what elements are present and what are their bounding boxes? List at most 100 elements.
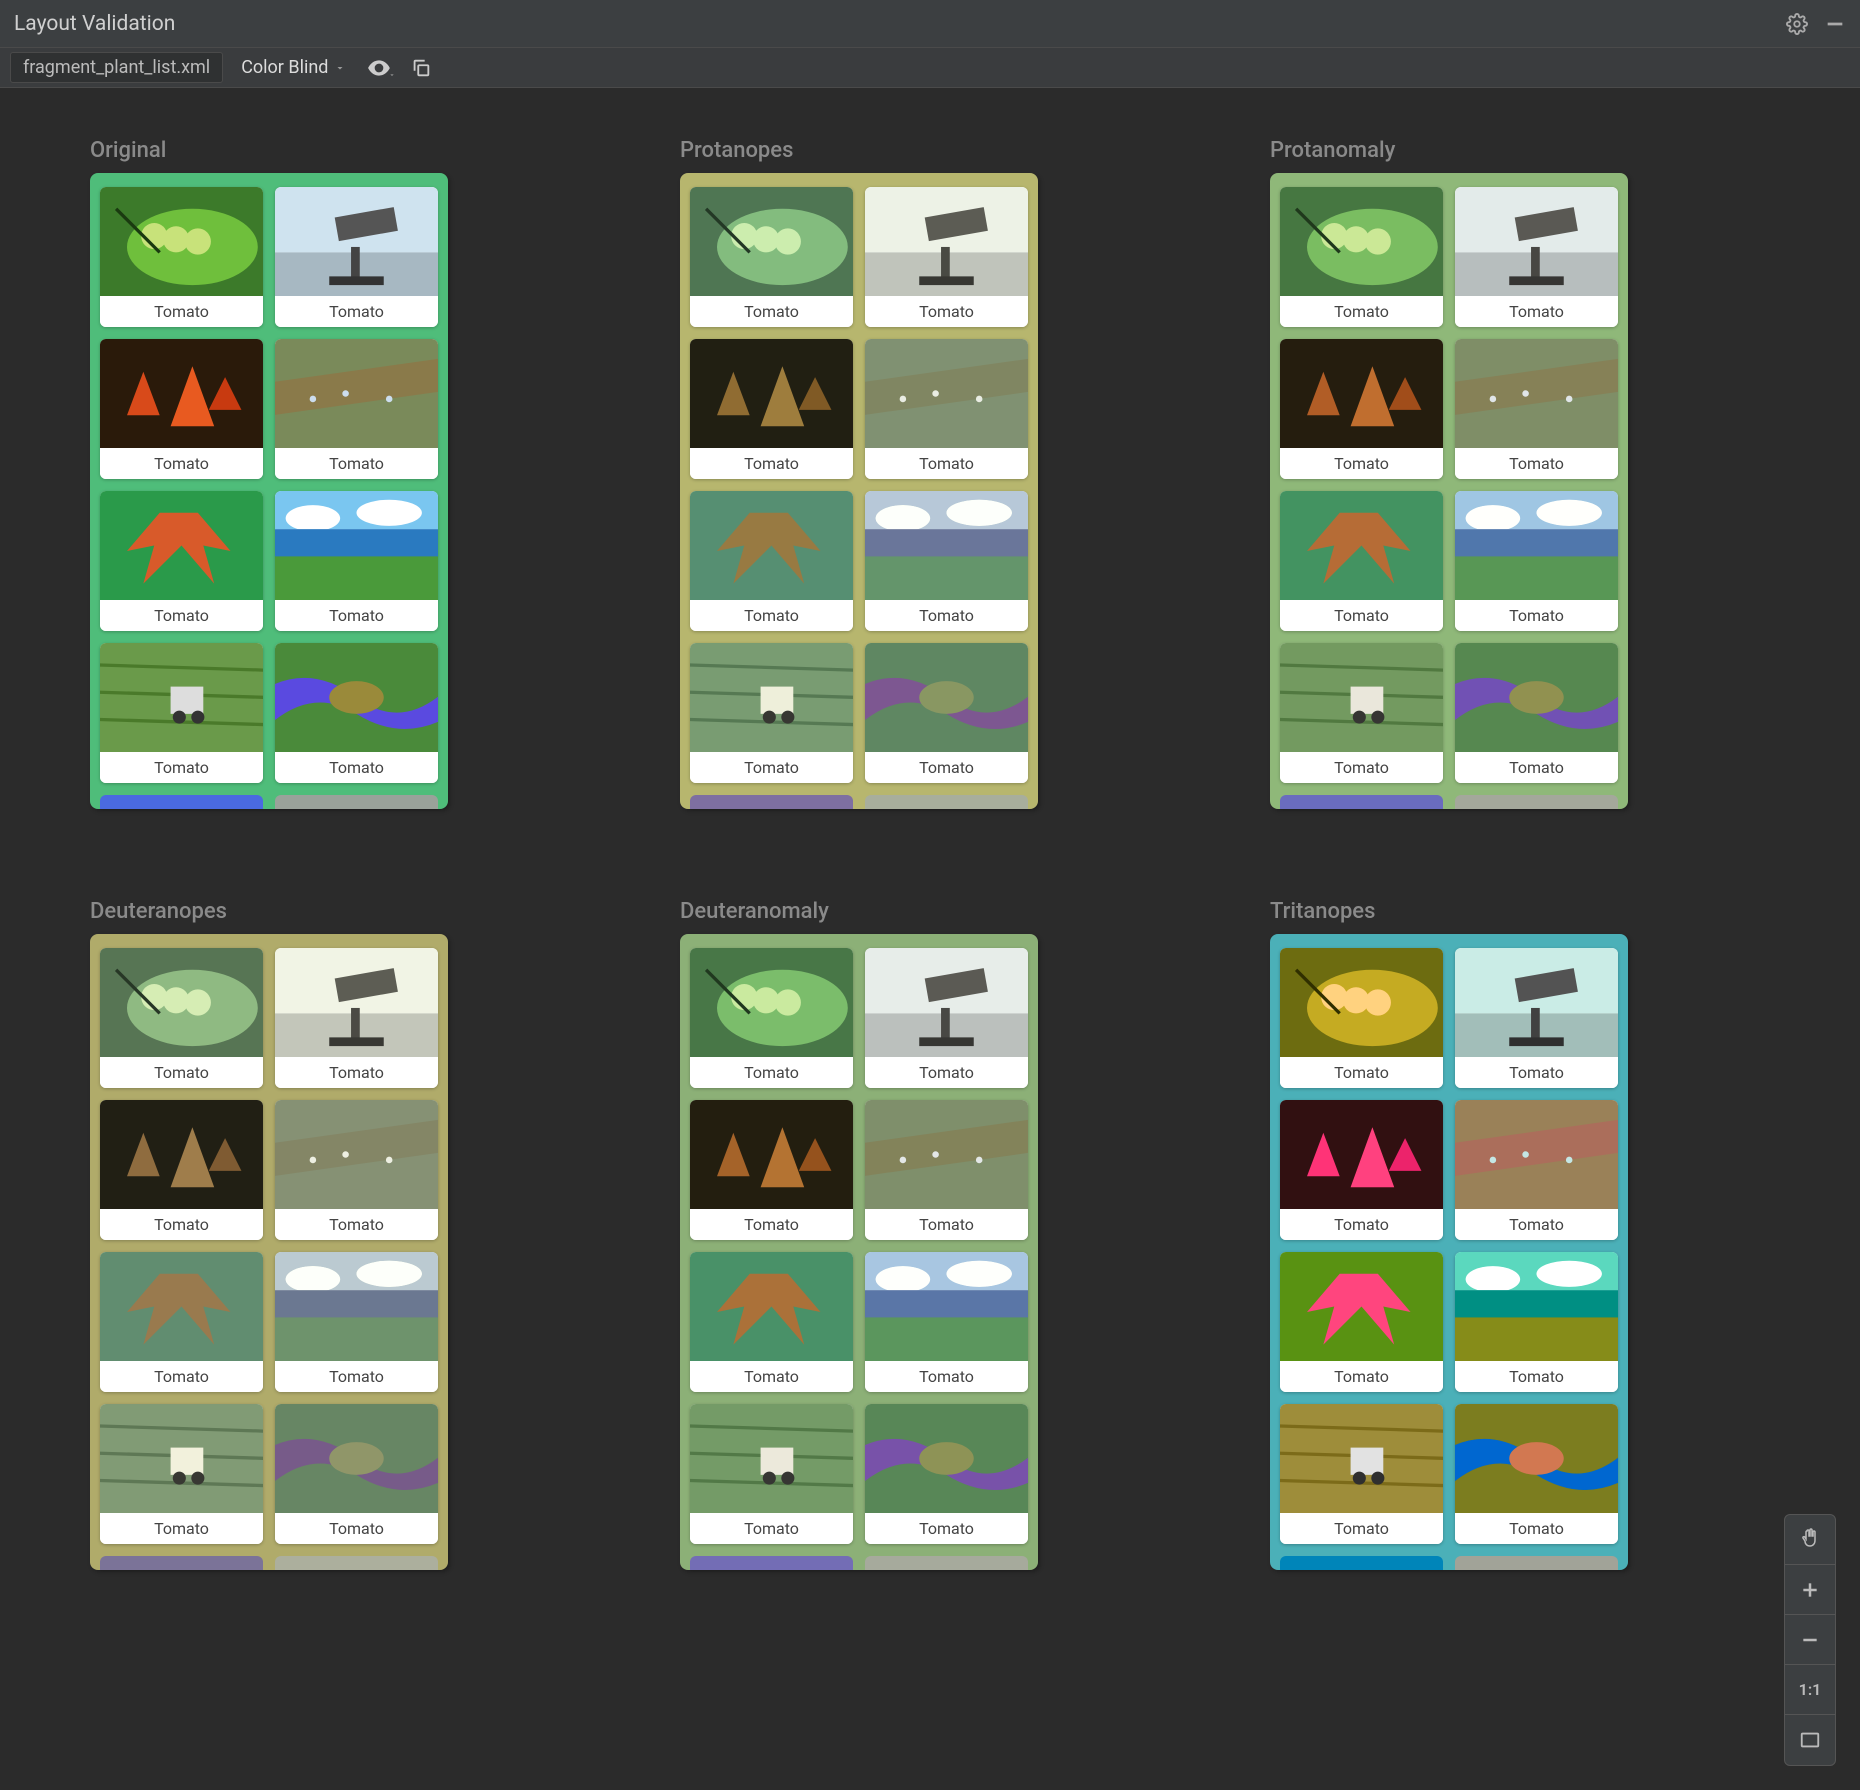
plant-image [865, 491, 1028, 600]
plant-card[interactable]: Tomato [690, 948, 853, 1088]
card-grid: TomatoTomatoTomatoTomatoTomatoTomatoToma… [690, 187, 1028, 783]
plant-image [865, 1404, 1028, 1513]
plant-image [275, 948, 438, 1057]
plant-card[interactable]: Tomato [100, 1404, 263, 1544]
plant-card-label: Tomato [1280, 752, 1443, 783]
mode-dropdown[interactable]: Color Blind [233, 53, 354, 82]
plant-card-peek [100, 1556, 263, 1570]
plant-card[interactable]: Tomato [865, 339, 1028, 479]
plant-card[interactable]: Tomato [865, 1100, 1028, 1240]
plant-card[interactable]: Tomato [1455, 1404, 1618, 1544]
plant-image [1455, 339, 1618, 448]
preview-grid: OriginalTomatoTomatoTomatoTomatoTomatoTo… [0, 88, 1860, 1620]
plant-card[interactable]: Tomato [690, 1252, 853, 1392]
plant-card[interactable]: Tomato [275, 339, 438, 479]
plant-card[interactable]: Tomato [275, 1404, 438, 1544]
plant-image [690, 643, 853, 752]
copy-icon[interactable] [408, 55, 434, 81]
plant-image [865, 187, 1028, 296]
card-grid: TomatoTomatoTomatoTomatoTomatoTomatoToma… [100, 187, 438, 783]
preview-group: DeuteranopesTomatoTomatoTomatoTomatoToma… [90, 899, 450, 1570]
gear-icon[interactable] [1786, 13, 1808, 35]
plant-card[interactable]: Tomato [865, 948, 1028, 1088]
plant-image [690, 339, 853, 448]
plant-card[interactable]: Tomato [275, 643, 438, 783]
plant-card[interactable]: Tomato [275, 1100, 438, 1240]
plant-card-label: Tomato [1455, 600, 1618, 631]
zoom-fit-button[interactable] [1785, 1715, 1835, 1765]
plant-card[interactable]: Tomato [1280, 1252, 1443, 1392]
plant-card[interactable]: Tomato [1455, 339, 1618, 479]
plant-card-peek [1280, 795, 1443, 809]
plant-card[interactable]: Tomato [1280, 491, 1443, 631]
plant-card[interactable]: Tomato [275, 187, 438, 327]
plant-card[interactable]: Tomato [690, 491, 853, 631]
chevron-down-icon [334, 62, 346, 74]
plant-image [1280, 643, 1443, 752]
device-preview[interactable]: TomatoTomatoTomatoTomatoTomatoTomatoToma… [680, 173, 1038, 809]
plant-card[interactable]: Tomato [1280, 948, 1443, 1088]
plant-card[interactable]: Tomato [690, 1404, 853, 1544]
visibility-icon[interactable] [364, 53, 398, 83]
plant-card-label: Tomato [275, 600, 438, 631]
plant-image [1280, 1252, 1443, 1361]
plant-card[interactable]: Tomato [865, 1252, 1028, 1392]
plant-card[interactable]: Tomato [690, 187, 853, 327]
plant-card[interactable]: Tomato [1280, 339, 1443, 479]
zoom-actual-button[interactable]: 1:1 [1785, 1665, 1835, 1715]
plant-card[interactable]: Tomato [865, 643, 1028, 783]
plant-card[interactable]: Tomato [1455, 491, 1618, 631]
device-preview[interactable]: TomatoTomatoTomatoTomatoTomatoTomatoToma… [90, 173, 448, 809]
preview-label: Deuteranopes [90, 899, 450, 924]
plant-card[interactable]: Tomato [275, 1252, 438, 1392]
plant-card[interactable]: Tomato [690, 1100, 853, 1240]
plant-card[interactable]: Tomato [1280, 1404, 1443, 1544]
plant-card[interactable]: Tomato [100, 643, 263, 783]
plant-card[interactable]: Tomato [100, 948, 263, 1088]
panel-title: Layout Validation [14, 12, 175, 36]
plant-card[interactable]: Tomato [100, 339, 263, 479]
plant-card[interactable]: Tomato [690, 339, 853, 479]
plant-card[interactable]: Tomato [865, 491, 1028, 631]
plant-card[interactable]: Tomato [1280, 643, 1443, 783]
plant-card-label: Tomato [1455, 1513, 1618, 1544]
device-preview[interactable]: TomatoTomatoTomatoTomatoTomatoTomatoToma… [680, 934, 1038, 1570]
plant-card-label: Tomato [275, 1209, 438, 1240]
plant-card[interactable]: Tomato [865, 187, 1028, 327]
plant-card-peek [275, 795, 438, 809]
plant-card-label: Tomato [865, 752, 1028, 783]
plant-card-label: Tomato [1455, 1209, 1618, 1240]
plant-card[interactable]: Tomato [1455, 187, 1618, 327]
zoom-out-button[interactable] [1785, 1615, 1835, 1665]
plant-image [275, 187, 438, 296]
plant-card[interactable]: Tomato [1455, 948, 1618, 1088]
plant-card[interactable]: Tomato [100, 1252, 263, 1392]
minimize-icon[interactable] [1824, 13, 1846, 35]
plant-image [100, 1252, 263, 1361]
file-tab[interactable]: fragment_plant_list.xml [10, 52, 223, 83]
plant-card-label: Tomato [865, 600, 1028, 631]
device-preview[interactable]: TomatoTomatoTomatoTomatoTomatoTomatoToma… [1270, 173, 1628, 809]
device-preview[interactable]: TomatoTomatoTomatoTomatoTomatoTomatoToma… [90, 934, 448, 1570]
plant-image [1280, 1404, 1443, 1513]
plant-card[interactable]: Tomato [100, 491, 263, 631]
device-preview[interactable]: TomatoTomatoTomatoTomatoTomatoTomatoToma… [1270, 934, 1628, 1570]
plant-card[interactable]: Tomato [100, 187, 263, 327]
plant-card[interactable]: Tomato [100, 1100, 263, 1240]
plant-card[interactable]: Tomato [1455, 1252, 1618, 1392]
plant-card[interactable]: Tomato [275, 491, 438, 631]
pan-button[interactable] [1785, 1515, 1835, 1565]
plant-card[interactable]: Tomato [865, 1404, 1028, 1544]
partial-row [690, 1556, 1028, 1570]
plant-card[interactable]: Tomato [275, 948, 438, 1088]
plant-image [1455, 1404, 1618, 1513]
plant-image [690, 948, 853, 1057]
plant-card[interactable]: Tomato [690, 643, 853, 783]
zoom-in-button[interactable] [1785, 1565, 1835, 1615]
plant-card[interactable]: Tomato [1455, 1100, 1618, 1240]
plant-card[interactable]: Tomato [1455, 643, 1618, 783]
plant-card-label: Tomato [1280, 1513, 1443, 1544]
plant-card[interactable]: Tomato [1280, 1100, 1443, 1240]
plant-card[interactable]: Tomato [1280, 187, 1443, 327]
plant-card-label: Tomato [690, 1361, 853, 1392]
